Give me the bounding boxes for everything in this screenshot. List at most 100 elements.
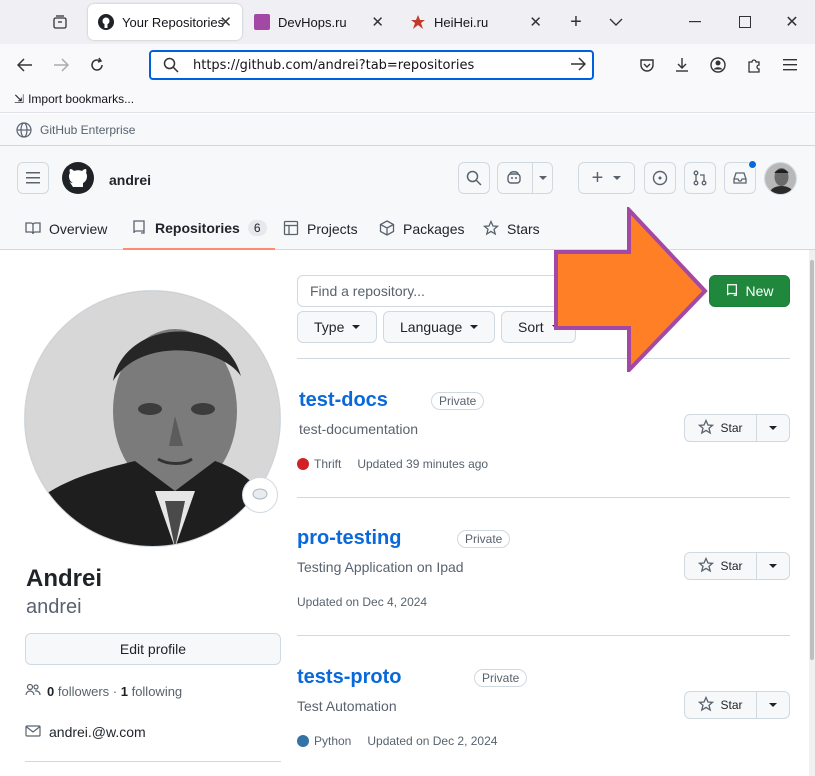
page-scrollbar[interactable] <box>809 250 815 776</box>
scrollbar-thumb[interactable] <box>810 260 814 660</box>
close-tab-icon[interactable]: ✕ <box>529 13 542 31</box>
tab-your-repositories[interactable]: Your Repositories ✕ <box>88 4 242 40</box>
close-tab-icon[interactable]: ✕ <box>219 13 232 31</box>
chevron-down-icon[interactable] <box>606 12 626 32</box>
repo-name-link[interactable]: test-docs <box>299 389 388 412</box>
import-bookmarks-link[interactable]: ⇲ Import bookmarks... <box>14 92 134 106</box>
visibility-badge: Private <box>474 669 528 687</box>
repo-meta: Updated on Dec 4, 2024 <box>297 595 427 609</box>
star-button-group: Star <box>684 552 790 580</box>
chevron-down-icon <box>769 564 777 568</box>
maximize-icon[interactable] <box>735 12 755 32</box>
reload-icon[interactable] <box>86 54 108 76</box>
repo-updated: Updated on Dec 2, 2024 <box>367 734 498 748</box>
repo-description: Test Automation <box>297 698 397 714</box>
package-icon <box>379 219 395 239</box>
repo-icon <box>131 219 147 238</box>
language-color-dot <box>297 458 309 470</box>
mail-icon <box>25 724 41 740</box>
plus-icon: + <box>591 166 604 189</box>
menu-button[interactable] <box>17 162 49 194</box>
import-icon: ⇲ <box>14 92 25 106</box>
close-window-icon[interactable]: ✕ <box>782 12 802 32</box>
notification-dot <box>748 160 757 169</box>
forward-icon[interactable] <box>50 54 72 76</box>
repo-name-link[interactable]: pro-testing <box>297 527 401 550</box>
bookmarks-bar: ⇲ Import bookmarks... <box>0 86 815 113</box>
repo-name-link[interactable]: tests-proto <box>297 666 401 689</box>
star-list-dropdown[interactable] <box>757 553 789 579</box>
star-icon <box>698 418 715 438</box>
profile-avatar[interactable] <box>24 290 281 547</box>
tab-repositories[interactable]: Repositories 6 <box>123 208 275 250</box>
avatar[interactable] <box>764 162 797 195</box>
type-filter-button[interactable]: Type <box>297 311 378 343</box>
star-button[interactable]: Star <box>685 415 757 441</box>
edit-profile-button[interactable]: Edit profile <box>25 633 281 665</box>
devhops-favicon-icon <box>254 14 270 30</box>
tab-overview-icon[interactable] <box>50 12 70 32</box>
github-logo-icon[interactable] <box>62 162 94 194</box>
star-list-dropdown[interactable] <box>757 692 789 718</box>
hamburger-menu-icon[interactable] <box>779 54 801 76</box>
minimize-icon[interactable] <box>685 12 705 32</box>
pull-requests-button[interactable] <box>684 162 716 194</box>
issues-button[interactable] <box>644 162 676 194</box>
find-repository-input[interactable]: Find a repository... <box>297 275 587 307</box>
enterprise-banner: GitHub Enterprise <box>0 114 815 146</box>
repo-meta: Thrift Updated 39 minutes ago <box>297 457 488 471</box>
visibility-badge: Private <box>431 392 485 410</box>
search-button[interactable] <box>458 162 490 194</box>
go-arrow-icon[interactable] <box>570 57 587 74</box>
star-button[interactable]: Star <box>685 553 757 579</box>
tab-devhops[interactable]: DevHops.ru ✕ <box>244 4 394 40</box>
downloads-icon[interactable] <box>671 54 693 76</box>
url-bar[interactable]: https://github.com/andrei?tab=repositori… <box>149 50 594 80</box>
enterprise-label: GitHub Enterprise <box>40 123 136 137</box>
repo-updated: Updated on Dec 4, 2024 <box>297 595 428 609</box>
follow-stats: 0 followers · 1 following <box>25 683 182 700</box>
star-list-dropdown[interactable] <box>757 415 789 441</box>
visibility-badge: Private <box>457 530 511 548</box>
divider <box>297 635 790 636</box>
tab-packages[interactable]: Packages <box>379 208 464 250</box>
chevron-down-icon <box>470 325 479 329</box>
tab-heihei[interactable]: HeiHei.ru ✕ <box>400 4 552 40</box>
copilot-button[interactable] <box>497 162 553 194</box>
username-breadcrumb[interactable]: andrei <box>109 172 151 188</box>
table-icon <box>283 220 299 239</box>
heihei-favicon-icon <box>410 14 426 30</box>
tab-projects[interactable]: Projects <box>283 208 358 250</box>
smiley-icon <box>252 487 268 503</box>
star-button[interactable]: Star <box>685 692 757 718</box>
browser-tab-bar: Your Repositories ✕ DevHops.ru ✕ HeiHei.… <box>0 0 815 44</box>
left-divider <box>25 761 281 762</box>
back-icon[interactable] <box>14 54 36 76</box>
new-tab-icon[interactable]: + <box>565 10 587 34</box>
close-tab-icon[interactable]: ✕ <box>371 13 384 31</box>
following-link[interactable]: 1 following <box>121 684 182 699</box>
account-icon[interactable] <box>707 54 729 76</box>
chevron-down-icon <box>352 325 361 329</box>
search-icon <box>163 57 179 76</box>
profile-email[interactable]: andrei.@w.com <box>25 724 146 740</box>
status-emoji-button[interactable] <box>242 477 278 513</box>
tab-overview[interactable]: Overview <box>25 208 107 250</box>
book-icon <box>25 220 41 239</box>
new-repository-button[interactable]: New <box>709 275 790 307</box>
profile-login: andrei <box>26 596 82 618</box>
tab-stars[interactable]: Stars <box>482 208 540 250</box>
github-favicon-icon <box>98 14 114 30</box>
tab-label: HeiHei.ru <box>434 14 489 30</box>
language-filter-button[interactable]: Language <box>383 311 496 343</box>
followers-link[interactable]: 0 followers <box>47 684 109 699</box>
chevron-down-icon[interactable] <box>532 162 547 194</box>
chevron-down-icon <box>769 426 777 430</box>
chevron-down-icon <box>613 176 622 180</box>
star-button-group: Star <box>684 414 790 442</box>
url-text: https://github.com/andrei?tab=repositori… <box>193 57 475 73</box>
pocket-icon[interactable] <box>636 54 658 76</box>
chevron-down-icon <box>769 703 777 707</box>
extensions-icon[interactable] <box>743 54 765 76</box>
create-new-button[interactable]: + <box>578 162 635 194</box>
